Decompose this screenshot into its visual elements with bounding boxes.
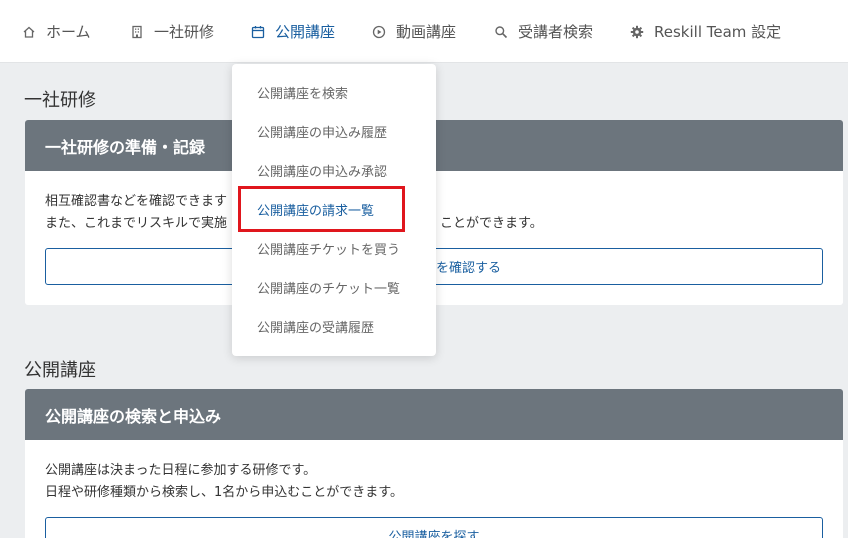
nav-company-training-label: 一社研修: [154, 23, 215, 41]
card-text-line: 公開講座は決まった日程に参加する研修です。: [45, 463, 317, 478]
building-icon: [130, 25, 144, 39]
card-text-line-tail: ことができます。: [440, 216, 543, 231]
button-label: を確認する: [436, 261, 502, 276]
dropdown-item-ticket-list[interactable]: 公開講座のチケット一覧: [232, 268, 436, 307]
dropdown-item-search[interactable]: 公開講座を検索: [232, 73, 436, 112]
home-icon: [22, 25, 36, 39]
nav-public-courses-label: 公開講座: [275, 23, 336, 41]
dropdown-item-application-approval[interactable]: 公開講座の申込み承認: [232, 151, 436, 190]
public-courses-card: 公開講座の検索と申込み 公開講座は決まった日程に参加する研修です。 日程や研修種…: [25, 389, 843, 538]
dropdown-item-attendance-history[interactable]: 公開講座の受講履歴: [232, 307, 436, 346]
gear-icon: [630, 25, 644, 39]
nav-public-courses[interactable]: 公開講座: [251, 0, 335, 63]
dropdown-item-application-history[interactable]: 公開講座の申込み履歴: [232, 112, 436, 151]
card-body: 公開講座は決まった日程に参加する研修です。 日程や研修種類から検索し、1名から申…: [25, 440, 843, 504]
nav-video-courses[interactable]: 動画講座: [372, 0, 456, 63]
nav-video-courses-label: 動画講座: [396, 23, 457, 41]
nav-company-training[interactable]: 一社研修: [130, 0, 214, 63]
dropdown-item-billing-list[interactable]: 公開講座の請求一覧: [232, 190, 436, 229]
calendar-icon: [251, 25, 265, 39]
top-nav: ホーム 一社研修 公開講座 動画講座 受講者検索 Reskill Team 設定: [0, 0, 848, 63]
search-public-courses-button[interactable]: 公開講座を探す: [45, 517, 823, 538]
nav-home[interactable]: ホーム: [22, 0, 91, 63]
public-courses-dropdown: 公開講座を検索 公開講座の申込み履歴 公開講座の申込み承認 公開講座の請求一覧 …: [232, 64, 436, 356]
button-label: 公開講座を探す: [388, 530, 480, 538]
card-text-line: また、これまでリスキルで実施: [45, 216, 228, 231]
nav-home-label: ホーム: [46, 23, 91, 41]
nav-team-settings[interactable]: Reskill Team 設定: [630, 0, 781, 63]
search-icon: [494, 25, 508, 39]
card-header: 公開講座の検索と申込み: [25, 389, 843, 440]
section-title-company-training: 一社研修: [24, 90, 96, 111]
dropdown-item-buy-ticket[interactable]: 公開講座チケットを買う: [232, 229, 436, 268]
nav-learner-search-label: 受講者検索: [518, 23, 594, 41]
card-text-line: 日程や研修種類から検索し、1名から申込むことができます。: [45, 485, 403, 500]
nav-team-settings-label: Reskill Team 設定: [654, 23, 782, 41]
play-circle-icon: [372, 25, 386, 39]
nav-learner-search[interactable]: 受講者検索: [494, 0, 593, 63]
section-title-public-courses: 公開講座: [24, 360, 96, 381]
